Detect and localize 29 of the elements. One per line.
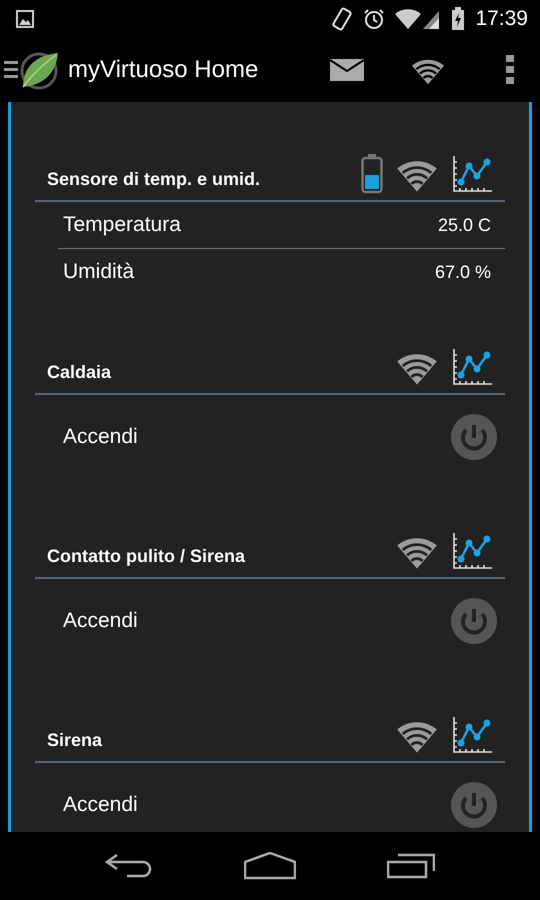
device-title: Contatto pulito / Sirena [47,546,246,568]
reading-value: 67.0 % [434,262,491,282]
switch-label: Accendi [63,609,139,633]
wifi-signal-icon [395,8,442,30]
mail-icon[interactable] [330,57,364,83]
reading-label: Umidità [63,260,136,284]
recent-apps-icon[interactable] [386,853,435,879]
device-title: Sirena [47,730,104,752]
device-title: Caldaia [47,362,112,384]
back-icon[interactable] [105,853,154,879]
switch-label: Accendi [63,793,139,817]
chart-icon[interactable] [451,715,493,755]
overflow-menu-icon[interactable] [506,55,514,85]
drawer-menu-icon[interactable] [4,59,18,81]
alarm-clock-icon [363,8,386,30]
clock-time: 17:39 [475,7,528,31]
reading-value: 25.0 C [438,214,491,236]
vibrate-icon [331,7,354,31]
image-notification-icon [16,10,34,28]
switch-label: Accendi [63,425,139,449]
chart-icon[interactable] [451,347,493,387]
battery-icon [361,154,383,194]
app-title: myVirtuoso Home [68,56,260,84]
chart-icon[interactable] [451,531,493,571]
device-title: Sensore di temp. e umid. [47,169,262,191]
home-icon[interactable] [244,852,296,880]
chart-icon[interactable] [451,154,493,194]
battery-charging-icon [451,7,466,31]
reading-label: Temperatura [63,213,182,237]
